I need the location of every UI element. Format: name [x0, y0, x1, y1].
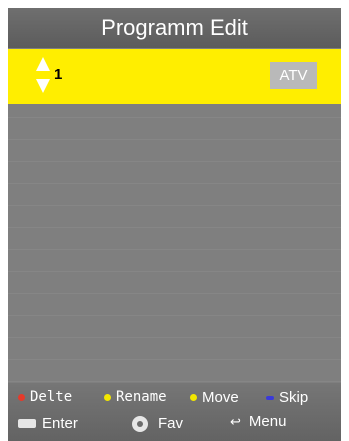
move-label: Move	[202, 389, 239, 406]
blue-dot-icon	[266, 395, 274, 400]
page-title: Programm Edit	[8, 8, 341, 48]
rename-label: Rename	[116, 389, 167, 405]
delete-hint[interactable]: Delte	[18, 389, 72, 405]
fav-label: Fav	[158, 415, 184, 432]
yellow-dot-icon	[104, 393, 111, 401]
top-border	[0, 0, 349, 8]
menu-hint[interactable]: ↩ Menu	[230, 413, 286, 430]
yellow-dot-icon	[190, 394, 197, 401]
skip-label: Skip	[279, 389, 309, 406]
up-down-arrow-icon	[36, 57, 50, 93]
fav-button-icon	[132, 415, 148, 432]
move-hint[interactable]: Move	[190, 389, 239, 406]
menu-label: Menu	[248, 413, 287, 430]
rename-hint[interactable]: Rename	[104, 389, 167, 405]
delete-label: Delte	[30, 389, 73, 405]
menu-return-icon: ↩	[230, 413, 241, 429]
channel-number: 1	[54, 66, 63, 83]
enter-label: Enter	[42, 415, 78, 432]
channel-row-selected[interactable]: 1 ATV	[8, 49, 341, 104]
enter-hint[interactable]: Enter	[18, 415, 78, 432]
enter-key-icon	[18, 419, 36, 428]
fav-hint[interactable]: Fav	[132, 415, 183, 432]
skip-hint[interactable]: Skip	[266, 389, 308, 406]
key-hint-bar: Delte Rename Move Skip Enter Fav ↩ Menu	[8, 383, 341, 441]
channel-type-badge: ATV	[270, 62, 317, 89]
red-dot-icon	[18, 393, 25, 401]
